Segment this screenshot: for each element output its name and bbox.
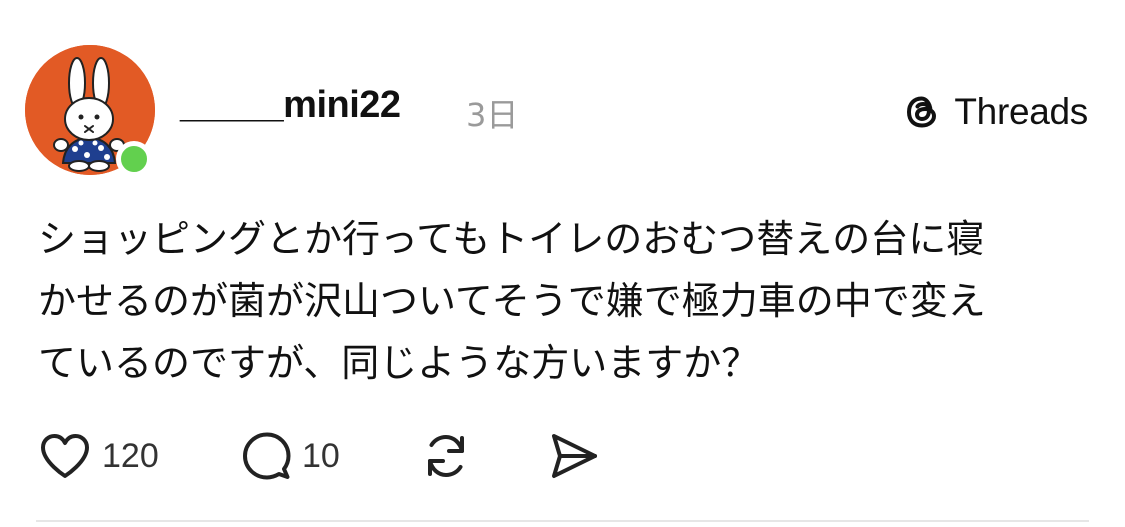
- post-divider: [36, 520, 1089, 522]
- repost-button[interactable]: [420, 428, 472, 484]
- post-body: ショッピングとか行ってもトイレのおむつ替えの台に寝 かせるのが菌が沢山ついてそう…: [38, 208, 1098, 394]
- post-text-line: かせるのが菌が沢山ついてそうで嫌で極力車の中で変え: [38, 279, 986, 323]
- post-text-line: ているのですが、同じような方いますか？: [38, 341, 760, 385]
- repost-icon: [428, 434, 464, 478]
- reply-count: 10: [302, 436, 340, 475]
- share-button[interactable]: [546, 428, 600, 484]
- comment-icon: [243, 432, 291, 480]
- like-count: 120: [102, 436, 159, 475]
- heart-icon: [41, 434, 89, 478]
- threads-post-card: _____mini22 3日 Threads ショッピングとか行ってもトイレのお…: [0, 0, 1125, 527]
- post-text-line: ショッピングとか行ってもトイレのおむつ替えの台に寝: [38, 217, 985, 261]
- online-status-indicator: [116, 141, 152, 177]
- like-button[interactable]: 120: [38, 428, 159, 484]
- brand-name: Threads: [954, 91, 1088, 132]
- post-timestamp: 3日: [466, 96, 519, 134]
- threads-brand: Threads: [900, 88, 1088, 136]
- send-icon: [552, 434, 597, 478]
- threads-logo-icon: [907, 96, 937, 128]
- author-username[interactable]: _____mini22: [180, 84, 401, 127]
- reply-button[interactable]: 10: [240, 428, 340, 484]
